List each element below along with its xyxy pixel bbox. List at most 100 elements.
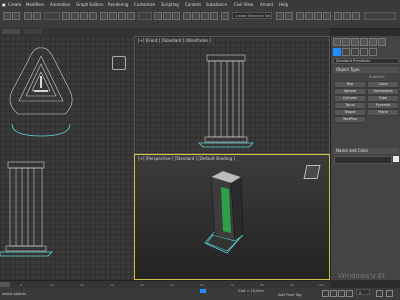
cylinder-button[interactable]: Cylinder xyxy=(334,95,366,102)
left-viewport[interactable] xyxy=(0,154,134,280)
geometry-icon[interactable] xyxy=(333,48,341,56)
schematic-view-icon[interactable] xyxy=(314,12,322,20)
hierarchy-tab-icon[interactable] xyxy=(351,38,359,46)
timeline-tick: 50 xyxy=(170,283,174,287)
orbit-icon[interactable] xyxy=(386,290,393,297)
perspective-viewport[interactable]: [+] [Perspective ] [Standard ] [Default … xyxy=(134,154,330,280)
selection-region-icon[interactable] xyxy=(80,12,88,20)
menu-create[interactable]: Create xyxy=(8,2,21,7)
menu-help[interactable]: Help xyxy=(279,2,288,7)
undo-icon[interactable] xyxy=(3,12,11,20)
object-color-swatch[interactable] xyxy=(393,156,399,162)
selection-set-field[interactable]: Create Selection Set xyxy=(232,12,272,19)
redo-icon[interactable] xyxy=(12,12,20,20)
timeline-tick: 60 xyxy=(200,283,204,287)
scale-icon[interactable] xyxy=(118,12,126,20)
shapes-icon[interactable] xyxy=(342,48,350,56)
keyboard-shortcut-icon[interactable] xyxy=(172,12,180,20)
menu-arnold[interactable]: Arnold xyxy=(260,2,273,7)
placement-icon[interactable] xyxy=(127,12,135,20)
name-and-color-title: Name and Color xyxy=(336,148,369,153)
link-icon[interactable] xyxy=(24,12,32,20)
timeline-tick: 70 xyxy=(230,283,234,287)
next-frame-icon[interactable] xyxy=(346,290,353,297)
previous-frame-icon[interactable] xyxy=(330,290,337,297)
move-icon[interactable] xyxy=(100,12,108,20)
modify-tab-icon[interactable] xyxy=(342,38,350,46)
curve-editor-icon[interactable] xyxy=(305,12,313,20)
autogrid-checkbox[interactable]: AutoGrid xyxy=(369,75,384,79)
selection-filter-dropdown[interactable] xyxy=(44,12,60,20)
align-icon[interactable] xyxy=(285,12,293,20)
utilities-tab-icon[interactable] xyxy=(378,38,386,46)
snaps-toggle-icon[interactable] xyxy=(183,12,191,20)
spinner-snap-icon[interactable] xyxy=(210,12,218,20)
plane-button[interactable]: Plane xyxy=(367,109,399,116)
render-production-icon[interactable] xyxy=(352,12,360,20)
zoom-icon[interactable] xyxy=(376,290,383,297)
app-logo-icon[interactable]: ▣ xyxy=(2,2,6,7)
reference-coordinate-dropdown[interactable] xyxy=(138,12,152,20)
workspace-dropdown[interactable] xyxy=(364,12,396,20)
layer-explorer-icon[interactable] xyxy=(296,12,304,20)
rendered-frame-icon[interactable] xyxy=(343,12,351,20)
menu-civil-view[interactable]: Civil View xyxy=(234,2,253,7)
teapot-button[interactable]: Teapot xyxy=(334,109,366,116)
tube-button[interactable]: Tube xyxy=(367,95,399,102)
menu-scripting[interactable]: Scripting xyxy=(161,2,179,7)
timeline-tick: 30 xyxy=(110,283,114,287)
menu-animation[interactable]: Animation xyxy=(50,2,70,7)
select-by-name-icon[interactable] xyxy=(71,12,79,20)
top-viewport[interactable] xyxy=(0,36,134,154)
motion-tab-icon[interactable] xyxy=(360,38,368,46)
cameras-icon[interactable] xyxy=(360,48,368,56)
selection-lock-icon[interactable] xyxy=(200,289,206,293)
object-name-field[interactable] xyxy=(334,156,392,164)
box-button[interactable]: Box xyxy=(334,81,366,88)
category-dropdown[interactable]: Standard Primitives xyxy=(333,58,399,64)
rotate-icon[interactable] xyxy=(109,12,117,20)
ribbon-tab[interactable] xyxy=(2,29,20,34)
select-manipulate-icon[interactable] xyxy=(163,12,171,20)
viewcube-icon[interactable] xyxy=(303,165,321,179)
unlink-icon[interactable] xyxy=(33,12,41,20)
angle-snap-icon[interactable] xyxy=(192,12,200,20)
render-setup-icon[interactable] xyxy=(334,12,342,20)
add-time-tag-button[interactable]: Add Time Tag xyxy=(278,293,302,297)
pyramid-button[interactable]: Pyramid xyxy=(367,102,399,109)
grid-size-text: Grid = 10,0cm xyxy=(238,289,264,293)
cone-button[interactable]: Cone xyxy=(367,81,399,88)
geosphere-button[interactable]: GeoSphere xyxy=(367,88,399,95)
select-object-icon[interactable] xyxy=(62,12,70,20)
command-panel: Standard Primitives Object Type AutoGrid… xyxy=(330,36,400,280)
edit-named-selection-icon[interactable] xyxy=(221,12,229,20)
current-frame-field[interactable]: 0 xyxy=(356,289,370,295)
ribbon-tab[interactable] xyxy=(24,29,42,34)
sphere-button[interactable]: Sphere xyxy=(334,88,366,95)
pivot-icon[interactable] xyxy=(154,12,162,20)
menu-modifiers[interactable]: Modifiers xyxy=(26,2,44,7)
lights-icon[interactable] xyxy=(351,48,359,56)
menu-substance[interactable]: Substance xyxy=(206,2,227,7)
timeline-tick: 80 xyxy=(260,283,264,287)
viewcube-icon[interactable] xyxy=(112,56,126,70)
mirror-icon[interactable] xyxy=(276,12,284,20)
menu-content[interactable]: Content xyxy=(185,2,201,7)
helpers-icon[interactable] xyxy=(369,48,377,56)
torus-button[interactable]: Torus xyxy=(334,102,366,109)
front-viewport[interactable]: [+] [Front ] [Standard ] [Wireframe ] xyxy=(134,36,330,154)
play-icon[interactable] xyxy=(338,290,345,297)
window-crossing-icon[interactable] xyxy=(89,12,97,20)
create-tab-icon[interactable] xyxy=(333,38,341,46)
menu-customize[interactable]: Customize xyxy=(134,2,155,7)
material-editor-icon[interactable] xyxy=(323,12,331,20)
name-and-color-rollout[interactable]: Name and Color xyxy=(333,148,399,154)
menu-graph-editors[interactable]: Graph Editors xyxy=(76,2,103,7)
percent-snap-icon[interactable] xyxy=(201,12,209,20)
menu-rendering[interactable]: Rendering xyxy=(108,2,128,7)
object-type-rollout[interactable]: Object Type xyxy=(333,67,399,73)
display-tab-icon[interactable] xyxy=(369,38,377,46)
textplus-button[interactable]: TextPlus xyxy=(334,116,366,123)
time-slider-handle[interactable] xyxy=(0,282,10,287)
go-to-start-icon[interactable] xyxy=(322,290,329,297)
